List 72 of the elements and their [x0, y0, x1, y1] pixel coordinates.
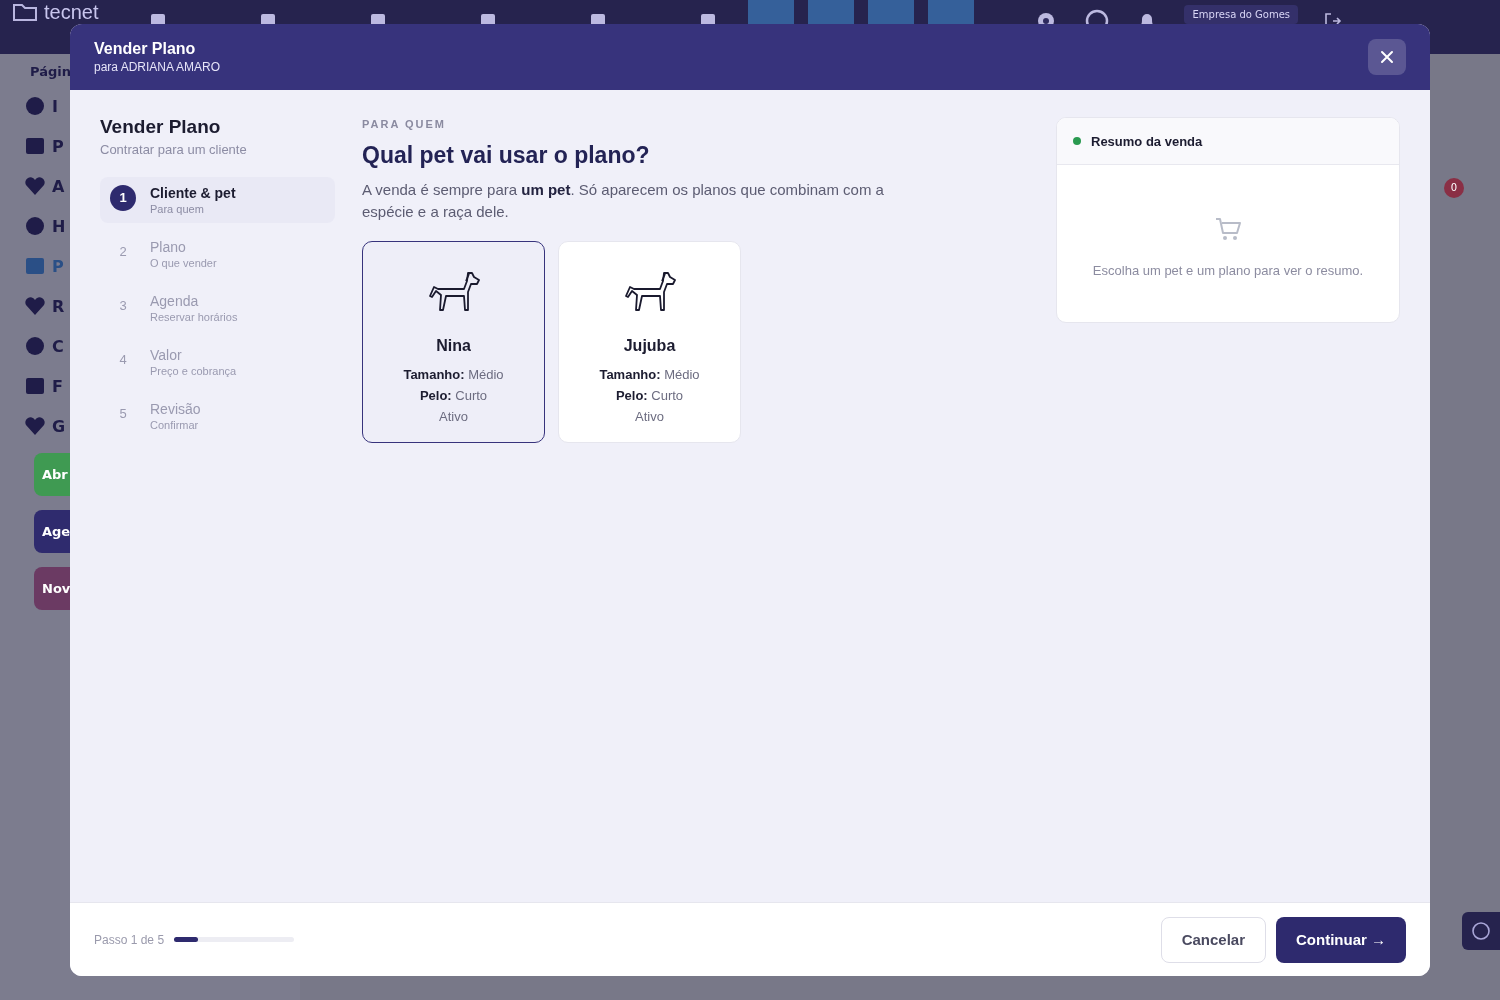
- steps-title: Vender Plano: [100, 116, 222, 138]
- step-counter: Passo 1 de 5: [94, 932, 165, 947]
- cancel-button[interactable]: Cancelar: [1160, 916, 1266, 963]
- sidebar-icon: [24, 175, 46, 197]
- step-number: 1: [110, 185, 136, 211]
- sidebar-item[interactable]: C: [24, 333, 64, 359]
- pet-card[interactable]: Nina Tamanho: Médio Pelo: Curto Ativo: [362, 241, 545, 443]
- steps-subtitle: Contratar para um cliente: [100, 142, 248, 157]
- sidebar-item[interactable]: G: [24, 413, 66, 439]
- step-number: 4: [118, 351, 128, 369]
- sidebar-item[interactable]: H: [24, 213, 66, 239]
- pet-name: Nina: [436, 337, 471, 355]
- step-item[interactable]: 2 Plano O que vender: [100, 231, 335, 277]
- pet-card[interactable]: Jujuba Tamanho: Médio Pelo: Curto Ativo: [558, 241, 741, 443]
- dialog-subtitle: para ADRIANA AMARO: [94, 60, 221, 74]
- cart-icon: [1214, 215, 1242, 243]
- pet-status: Ativo: [439, 409, 468, 424]
- step-subtitle: O que vender: [150, 257, 217, 269]
- pet-size: Tamanho: Médio: [403, 367, 504, 382]
- step-subtitle: Confirmar: [150, 419, 200, 431]
- sidebar-item[interactable]: I: [24, 93, 58, 119]
- continue-button[interactable]: Continuar →: [1276, 916, 1406, 963]
- sidebar-item[interactable]: P: [24, 133, 64, 159]
- dog-icon: [427, 269, 480, 313]
- step-item[interactable]: 1 Cliente & pet Para quem: [100, 177, 335, 223]
- sidebar-icon: [24, 215, 46, 237]
- logo: tecnet: [44, 2, 99, 22]
- step-title: Valor: [150, 347, 183, 363]
- company-name[interactable]: Empresa do Gomes: [1184, 4, 1299, 24]
- sidebar-item[interactable]: A: [24, 173, 65, 199]
- close-button[interactable]: [1368, 39, 1406, 75]
- step-subtitle: Preço e cobrança: [150, 365, 237, 377]
- pet-size: Tamanho: Médio: [599, 367, 700, 382]
- empty-message: Escolha um pet e um plano para ver o resumo.: [1092, 263, 1364, 278]
- step-subtitle: Reservar horários: [150, 311, 238, 323]
- sidebar-icon: [24, 95, 46, 117]
- sidebar-icon: [24, 255, 46, 277]
- step-title: Agenda: [150, 293, 200, 309]
- step-number: 5: [118, 405, 128, 423]
- step-item[interactable]: 3 Agenda Reservar horários: [100, 285, 335, 331]
- sidebar-icon: [24, 415, 46, 437]
- step-item[interactable]: 4 Valor Preço e cobrança: [100, 339, 335, 385]
- step-title: Cliente & pet: [150, 185, 236, 201]
- sidebar-item[interactable]: R: [24, 293, 65, 319]
- step-subtitle: Para quem: [150, 203, 205, 215]
- step-item[interactable]: 5 Revisão Confirmar: [100, 393, 335, 439]
- count-badge: 0: [1444, 178, 1464, 198]
- sidebar-item[interactable]: P: [24, 253, 64, 279]
- pet-coat: Pelo: Curto: [615, 388, 684, 403]
- status-dot: [1073, 137, 1081, 145]
- step-number: 2: [118, 243, 128, 261]
- sidebar-icon: [24, 135, 46, 157]
- sidebar-icon: [24, 295, 46, 317]
- logo-icon: [12, 2, 38, 22]
- description: A venda é sempre para um pet. Só aparecem os planos que combinam com a espécie e a raça dele.: [362, 180, 885, 222]
- step-title: Plano: [150, 239, 187, 255]
- pet-coat: Pelo: Curto: [419, 388, 488, 403]
- dialog-title: Vender Plano: [94, 40, 197, 58]
- dog-icon: [623, 269, 676, 313]
- section-label: PARA QUEM: [362, 118, 447, 130]
- sidebar-item[interactable]: F: [24, 373, 63, 399]
- sidebar-heading: Págin: [30, 64, 71, 79]
- sidebar-icon: [24, 335, 46, 357]
- sidebar-icon: [24, 375, 46, 397]
- help-button[interactable]: [1462, 912, 1500, 950]
- close-icon: [1380, 50, 1394, 64]
- summary-title: Resumo da venda: [1091, 133, 1203, 149]
- section-heading: Qual pet vai usar o plano?: [362, 142, 651, 169]
- step-number: 3: [118, 297, 128, 315]
- pet-status: Ativo: [635, 409, 664, 424]
- step-title: Revisão: [150, 401, 201, 417]
- pet-name: Jujuba: [623, 337, 676, 355]
